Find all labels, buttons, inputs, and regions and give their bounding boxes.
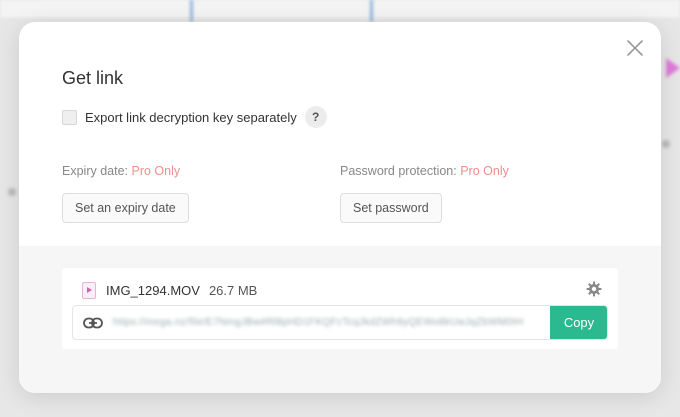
export-key-checkbox[interactable] — [62, 109, 77, 125]
background-divider — [370, 0, 373, 22]
expiry-pro-only: Pro Only — [131, 164, 181, 178]
dialog-title: Get link — [62, 68, 124, 88]
background-header — [0, 0, 680, 19]
password-pro-only: Pro Only — [460, 164, 509, 178]
file-size: 26.7 MB — [208, 283, 258, 298]
gear-icon[interactable] — [586, 281, 602, 297]
video-file-icon — [82, 282, 96, 299]
copy-button[interactable]: Copy — [550, 306, 607, 339]
file-info: IMG_1294.MOV 26.7 MB — [82, 282, 257, 299]
password-protection-label: Password protection: Pro Only — [340, 164, 509, 178]
link-card: IMG_1294.MOV 26.7 MB https://mega.nz/fil… — [62, 268, 618, 349]
password-protection-text: Password protection: — [340, 164, 457, 178]
link-field[interactable]: https://mega.nz/file/E7NmgJBw#Rl8pHD1FKQ… — [72, 305, 608, 340]
background-divider — [190, 0, 193, 22]
link-icon — [83, 316, 103, 330]
background-dot — [662, 140, 670, 148]
export-key-label[interactable]: Export link decryption key separately — [85, 110, 297, 125]
background-dot — [8, 188, 16, 196]
get-link-dialog: Get link Export link decryption key sepa… — [19, 22, 661, 393]
help-icon[interactable]: ? — [304, 106, 327, 128]
link-section: IMG_1294.MOV 26.7 MB https://mega.nz/fil… — [19, 246, 661, 393]
set-password-button[interactable]: Set password — [340, 193, 442, 223]
link-url[interactable]: https://mega.nz/file/E7NmgJBw#Rl8pHD1FKQ… — [113, 317, 550, 328]
close-icon[interactable] — [625, 38, 645, 58]
export-key-row: Export link decryption key separately ? — [62, 106, 327, 128]
expiry-date-text: Expiry date: — [62, 164, 129, 178]
set-expiry-date-button[interactable]: Set an expiry date — [62, 193, 189, 223]
file-name: IMG_1294.MOV — [106, 283, 200, 298]
expiry-date-label: Expiry date: Pro Only — [62, 164, 180, 178]
background-play-icon — [666, 58, 680, 78]
